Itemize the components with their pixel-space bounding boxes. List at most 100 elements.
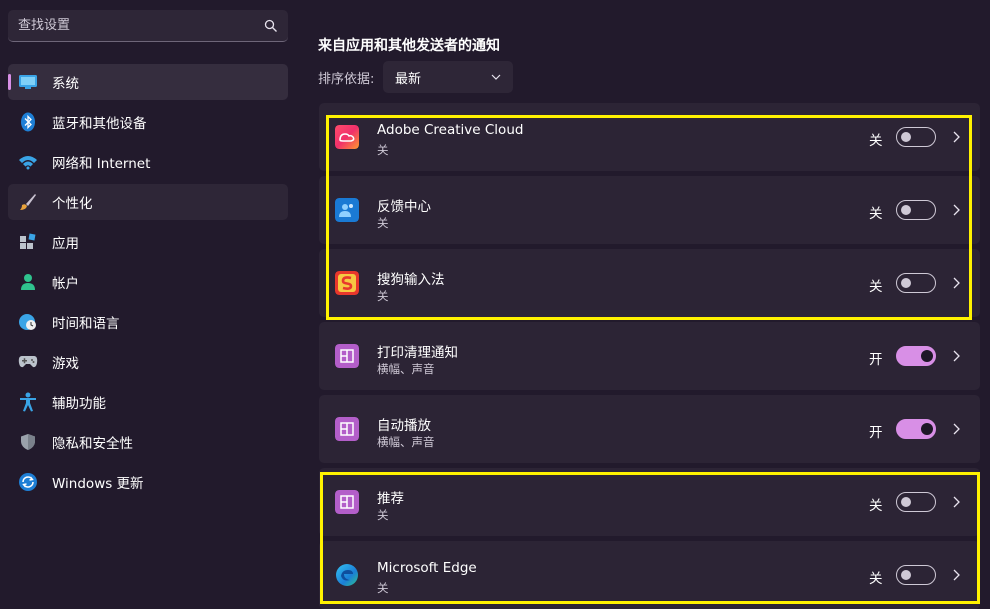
gamepad-icon	[18, 352, 38, 372]
app-row-autoplay[interactable]: 自动播放 横幅、声音 开	[319, 395, 980, 463]
toggle-knob	[901, 132, 911, 142]
sidebar-item-label: 蓝牙和其他设备	[52, 116, 147, 132]
sidebar-item-time-language[interactable]: 时间和语言	[8, 304, 288, 340]
sidebar-item-label: Windows 更新	[52, 476, 144, 492]
toggle-knob	[901, 570, 911, 580]
sidebar-item-label: 辅助功能	[52, 396, 106, 412]
toggle-knob	[921, 350, 933, 362]
toggle-knob	[901, 278, 911, 288]
app-status: 横幅、声音	[377, 435, 435, 449]
app-row-adobe-creative-cloud[interactable]: Adobe Creative Cloud 关 关	[319, 103, 980, 171]
app-status: 关	[377, 289, 389, 303]
app-status: 关	[377, 143, 389, 157]
toggle-state-label: 关	[869, 571, 883, 587]
app-row-sogou-input[interactable]: 搜狗输入法 关 关	[319, 249, 980, 317]
app-status: 关	[377, 581, 389, 595]
app-name: Microsoft Edge	[377, 560, 477, 576]
sogou-icon	[335, 271, 359, 295]
app-row-recommended[interactable]: 推荐 关 关	[319, 468, 980, 536]
sidebar-item-label: 帐户	[52, 276, 79, 292]
sidebar: 系统 蓝牙和其他设备 网络和 Internet 个性化 应用	[0, 0, 300, 609]
sidebar-item-label: 系统	[52, 76, 79, 92]
notification-toggle[interactable]	[896, 273, 936, 293]
sidebar-item-privacy[interactable]: 隐私和安全性	[8, 424, 288, 460]
update-icon	[18, 472, 38, 492]
notification-toggle[interactable]	[896, 565, 936, 585]
chevron-right-icon[interactable]	[951, 422, 961, 436]
generic-app-icon	[335, 417, 359, 441]
sidebar-item-label: 应用	[52, 236, 79, 252]
toggle-state-label: 关	[869, 133, 883, 149]
app-row-feedback-hub[interactable]: 反馈中心 关 关	[319, 176, 980, 244]
sidebar-item-label: 时间和语言	[52, 316, 120, 332]
app-status: 横幅、声音	[377, 362, 435, 376]
sort-dropdown[interactable]: 最新	[383, 61, 513, 93]
notification-toggle[interactable]	[896, 419, 936, 439]
app-name: Adobe Creative Cloud	[377, 122, 524, 138]
toggle-state-label: 开	[869, 352, 883, 368]
sidebar-item-gaming[interactable]: 游戏	[8, 344, 288, 380]
sidebar-item-label: 游戏	[52, 356, 79, 372]
sidebar-item-system[interactable]: 系统	[8, 64, 288, 100]
adobe-cc-icon	[335, 125, 359, 149]
search-icon[interactable]	[264, 19, 278, 33]
accessibility-icon	[18, 392, 38, 412]
chevron-right-icon[interactable]	[951, 495, 961, 509]
sidebar-item-network[interactable]: 网络和 Internet	[8, 144, 288, 180]
sidebar-item-label: 个性化	[52, 196, 93, 212]
app-status: 关	[377, 508, 389, 522]
toggle-knob	[901, 497, 911, 507]
notification-toggle[interactable]	[896, 492, 936, 512]
chevron-right-icon[interactable]	[951, 568, 961, 582]
nav-list: 系统 蓝牙和其他设备 网络和 Internet 个性化 应用 帐户 时间和语言 …	[8, 64, 288, 504]
shield-icon	[18, 432, 38, 452]
person-icon	[18, 272, 38, 292]
toggle-state-label: 关	[869, 279, 883, 295]
notification-toggle[interactable]	[896, 127, 936, 147]
chevron-down-icon	[491, 74, 501, 80]
globe-clock-icon	[18, 312, 38, 332]
sidebar-item-label: 网络和 Internet	[52, 156, 151, 172]
chevron-right-icon[interactable]	[951, 203, 961, 217]
section-title: 来自应用和其他发送者的通知	[318, 38, 500, 54]
sort-label: 排序依据:	[318, 72, 375, 87]
wifi-icon	[18, 152, 38, 172]
app-name: 自动播放	[377, 418, 431, 434]
feedback-hub-icon	[335, 198, 359, 222]
monitor-icon	[18, 72, 38, 92]
toggle-state-label: 开	[869, 425, 883, 441]
sidebar-item-accessibility[interactable]: 辅助功能	[8, 384, 288, 420]
sidebar-item-bluetooth[interactable]: 蓝牙和其他设备	[8, 104, 288, 140]
app-name: 打印清理通知	[377, 345, 458, 361]
toggle-knob	[921, 423, 933, 435]
app-name: 推荐	[377, 491, 404, 507]
chevron-right-icon[interactable]	[951, 349, 961, 363]
app-name: 搜狗输入法	[377, 272, 445, 288]
sidebar-item-apps[interactable]: 应用	[8, 224, 288, 260]
generic-app-icon	[335, 490, 359, 514]
app-row-microsoft-edge[interactable]: Microsoft Edge 关 关	[319, 541, 980, 609]
search-box[interactable]	[8, 10, 288, 42]
notification-toggle[interactable]	[896, 346, 936, 366]
search-input[interactable]	[18, 18, 264, 33]
toggle-state-label: 关	[869, 498, 883, 514]
generic-app-icon	[335, 344, 359, 368]
sort-value: 最新	[395, 71, 422, 87]
chevron-right-icon[interactable]	[951, 130, 961, 144]
selection-indicator	[8, 74, 11, 90]
notification-toggle[interactable]	[896, 200, 936, 220]
sidebar-item-label: 隐私和安全性	[52, 436, 133, 452]
sidebar-item-windows-update[interactable]: Windows 更新	[8, 464, 288, 500]
sidebar-item-accounts[interactable]: 帐户	[8, 264, 288, 300]
chevron-right-icon[interactable]	[951, 276, 961, 290]
app-status: 关	[377, 216, 389, 230]
toggle-state-label: 关	[869, 206, 883, 222]
toggle-knob	[901, 205, 911, 215]
sidebar-item-personalization[interactable]: 个性化	[8, 184, 288, 220]
edge-icon	[335, 563, 359, 587]
app-row-print-cleanup[interactable]: 打印清理通知 横幅、声音 开	[319, 322, 980, 390]
bluetooth-icon	[18, 112, 38, 132]
brush-icon	[18, 192, 38, 212]
app-name: 反馈中心	[377, 199, 431, 215]
apps-icon	[18, 232, 38, 252]
